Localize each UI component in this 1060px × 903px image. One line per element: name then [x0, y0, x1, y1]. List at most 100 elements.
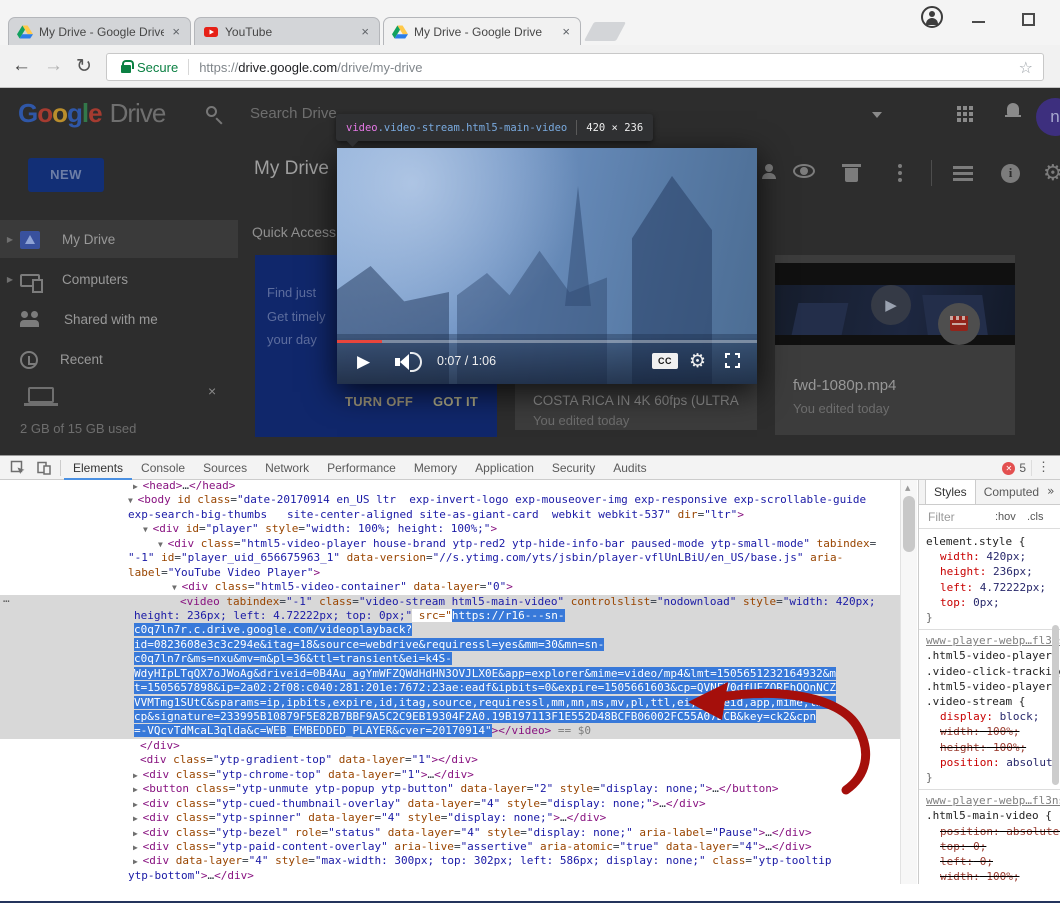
refresh-icon[interactable]: ↻ — [76, 53, 92, 79]
css-selector[interactable]: .html5-video-player — [926, 679, 1060, 694]
sidebar-item-shared-with-me[interactable]: Shared with me — [0, 300, 238, 338]
profile-icon[interactable] — [921, 6, 943, 28]
dom-tree-line[interactable]: ▶ <head>…</head> — [0, 479, 900, 493]
devtools-tab-network[interactable]: Network — [256, 456, 318, 480]
dom-tree-line[interactable]: ▶ <button class="ytp-unmute ytp-popup yt… — [0, 782, 900, 796]
tab-close-icon[interactable]: × — [359, 24, 371, 39]
dom-tree-line[interactable]: ▶ <div class="ytp-spinner" data-layer="4… — [0, 811, 900, 825]
dom-tree-line[interactable]: <video tabindex="-1" class="video-stream… — [0, 595, 900, 609]
dom-tree-line[interactable]: t=1505657898&ip=2a02:2f08:c040:281:201e:… — [0, 681, 900, 695]
tab-close-icon[interactable]: × — [560, 24, 572, 39]
css-declaration[interactable]: left: 0; — [926, 854, 1060, 869]
progress-bar[interactable] — [337, 340, 757, 343]
css-declaration[interactable]: width: 420px; — [926, 549, 1060, 564]
inspect-element-icon[interactable] — [10, 460, 26, 476]
css-declaration[interactable]: width: 100%; — [926, 724, 1060, 739]
dom-tree-line[interactable]: ▶ <div class="ytp-cued-thumbnail-overlay… — [0, 797, 900, 811]
css-declaration[interactable]: left: 4.72222px; — [926, 580, 1060, 595]
dom-tree-line[interactable]: c0q7ln7r.c.drive.google.com/videoplaybac… — [0, 623, 900, 637]
dom-tree-line[interactable]: ▼ <div class="html5-video-container" dat… — [0, 580, 900, 594]
devtools-tab-elements[interactable]: Elements — [64, 456, 132, 480]
device-toolbar-icon[interactable] — [36, 460, 52, 476]
dom-tree-line[interactable]: ytp-bottom">…</div> — [0, 869, 900, 883]
browser-tab-1[interactable]: My Drive - Google Drive × — [8, 17, 191, 45]
dom-tree-line[interactable]: WdyHIpLTqQX7oJWoAg&driveid=0B4Au_agYmWFZ… — [0, 667, 900, 681]
css-declaration[interactable]: top: 0px; — [926, 595, 1060, 610]
devtools-tab-security[interactable]: Security — [543, 456, 604, 480]
more-actions-icon[interactable] — [898, 164, 902, 168]
share-add-person-icon[interactable] — [762, 164, 776, 178]
account-avatar[interactable]: n — [1036, 98, 1060, 136]
devtools-tab-application[interactable]: Application — [466, 456, 543, 480]
devtools-menu-icon[interactable]: ⋮ — [1037, 459, 1050, 475]
tab-styles[interactable]: Styles — [925, 480, 976, 504]
css-declaration[interactable]: display: block; — [926, 709, 1060, 724]
devtools-tab-memory[interactable]: Memory — [405, 456, 466, 480]
video-player[interactable]: ▶ 0:07 / 1:06 CC ⚙ — [337, 148, 757, 384]
dom-tree-line[interactable]: ▼ <body id class="date-20170914 en_US lt… — [0, 493, 900, 507]
forward-icon[interactable]: → — [44, 53, 63, 79]
window-maximize-button[interactable] — [1022, 13, 1035, 26]
dom-tree-line[interactable]: ▶ <div class="ytp-chrome-top" data-layer… — [0, 768, 900, 782]
sidebar-item-computers[interactable]: ▶Computers — [0, 260, 238, 298]
dom-tree-line[interactable]: </div> — [0, 739, 900, 753]
apps-grid-icon[interactable] — [957, 106, 961, 110]
css-selector[interactable]: .video-click-tracking, — [926, 664, 1060, 679]
info-icon[interactable] — [1001, 164, 1020, 183]
new-button[interactable]: NEW — [28, 158, 104, 192]
css-declaration[interactable]: width: 100%; — [926, 869, 1060, 884]
search-options-caret-icon[interactable] — [872, 112, 882, 118]
sidebar-item-my-drive[interactable]: ▶My Drive — [0, 220, 238, 258]
css-selector[interactable]: element.style { — [926, 534, 1060, 549]
dom-tree-line[interactable]: =-VQcvTdMcaL3qlda&c=WEB_EMBEDDED_PLAYER&… — [0, 724, 900, 738]
preview-eye-icon[interactable] — [793, 164, 815, 178]
new-tab-button[interactable] — [584, 22, 626, 41]
css-declaration[interactable]: position: absolute; — [926, 824, 1060, 839]
dom-scrollbar[interactable]: ▲ — [900, 480, 917, 884]
css-selector[interactable]: .html5-video-player — [926, 648, 1060, 663]
got-it-button[interactable]: GOT IT — [433, 394, 478, 409]
list-view-icon[interactable] — [953, 166, 973, 169]
browser-tab-3-active[interactable]: My Drive - Google Drive × — [383, 17, 581, 45]
file-card-fwd-1080p[interactable]: ▶ fwd-1080p.mp4 You edited today — [775, 255, 1015, 435]
dom-tree-line[interactable]: ▼ <div id="player" style="width: 100%; h… — [0, 522, 900, 536]
sidebar-item-recent[interactable]: Recent — [0, 340, 238, 378]
trash-icon[interactable] — [845, 168, 858, 182]
css-selector[interactable]: .html5-main-video { — [926, 808, 1060, 823]
hov-toggle[interactable]: :hov — [995, 511, 1016, 523]
error-counter[interactable]: ✕ 5 — [1002, 461, 1026, 475]
play-button[interactable]: ▶ — [357, 352, 370, 372]
styles-vertical-scrollbar[interactable] — [1052, 550, 1059, 884]
bookmark-star-icon[interactable]: ☆ — [1019, 58, 1033, 77]
expand-arrow-icon[interactable]: ▶ — [0, 235, 20, 244]
settings-gear-icon[interactable]: ⚙ — [1043, 164, 1060, 184]
dom-tree-line[interactable]: c0q7ln7r&ms=nxu&mv=m&pl=36&ttl=transient… — [0, 652, 900, 666]
dom-tree-line[interactable]: "-1" id="player_uid_656675963_1" data-ve… — [0, 551, 900, 565]
devtools-tab-sources[interactable]: Sources — [194, 456, 256, 480]
dom-tree-line[interactable]: ▶ <div class="ytp-paid-content-overlay" … — [0, 840, 900, 854]
css-declaration[interactable]: height: 100%; — [926, 740, 1060, 755]
dom-tree-line[interactable]: ▶ <div data-layer="4" style="max-width: … — [0, 854, 900, 868]
dom-tree-line[interactable]: exp-search-big-thumbs site-center-aligne… — [0, 508, 900, 522]
browser-tab-2[interactable]: YouTube × — [194, 17, 380, 45]
dom-tree-line[interactable]: cp&signature=233995B10879F5E82B7BBF9A5C2… — [0, 710, 900, 724]
cls-toggle[interactable]: .cls — [1027, 511, 1044, 523]
window-minimize-button[interactable] — [972, 21, 985, 23]
devtools-tab-audits[interactable]: Audits — [604, 456, 655, 480]
filter-input[interactable]: Filter — [928, 510, 955, 524]
back-icon[interactable]: ← — [12, 53, 31, 79]
tab-close-icon[interactable]: × — [170, 24, 182, 39]
tab-computed[interactable]: Computed — [976, 480, 1047, 504]
search-input[interactable]: Search Drive — [250, 105, 337, 122]
player-settings-gear-icon[interactable]: ⚙ — [689, 350, 706, 372]
captions-button[interactable]: CC — [652, 353, 678, 369]
devtools-tab-console[interactable]: Console — [132, 456, 194, 480]
address-bar[interactable]: Secure https://drive.google.com/drive/my… — [106, 53, 1044, 81]
dom-tree-line[interactable]: ▼ <div class="html5-video-player house-b… — [0, 537, 900, 551]
dom-tree-line[interactable]: id=0823608e3c3c294e&itag=18&source=webdr… — [0, 638, 900, 652]
css-declaration[interactable]: height: 236px; — [926, 564, 1060, 579]
dom-tree-line[interactable]: height: 236px; left: 4.72222px; top: 0px… — [0, 609, 900, 623]
devtools-tab-performance[interactable]: Performance — [318, 456, 405, 480]
css-declaration[interactable]: top: 0; — [926, 839, 1060, 854]
stylesheet-link[interactable]: www-player-webp…fl3ns — [926, 633, 1060, 648]
